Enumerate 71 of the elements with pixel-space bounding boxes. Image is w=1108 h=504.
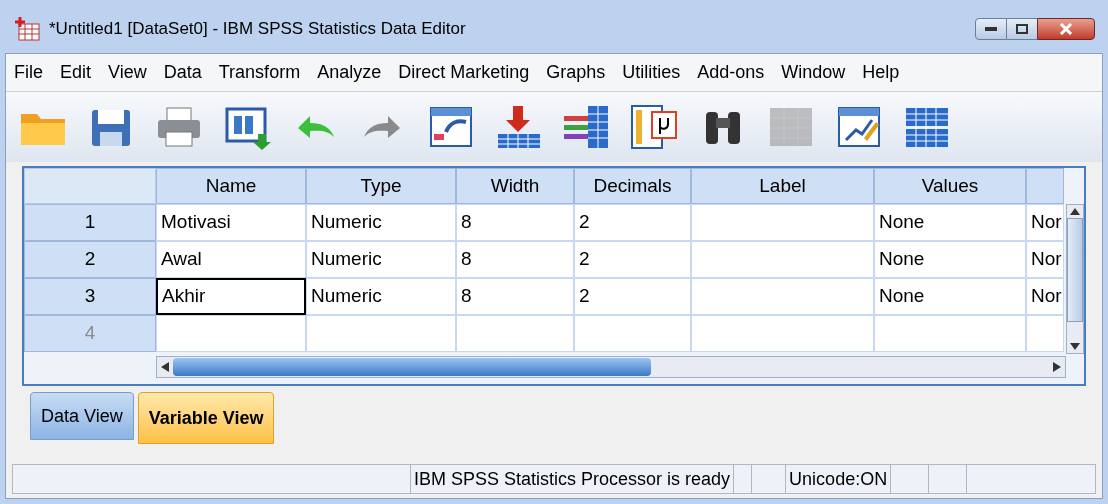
menu-item[interactable]: Transform bbox=[218, 59, 301, 86]
minimize-button[interactable] bbox=[975, 18, 1007, 40]
table-cell[interactable] bbox=[1026, 315, 1064, 352]
menu-item[interactable]: Analyze bbox=[317, 59, 382, 86]
table-cell[interactable] bbox=[691, 278, 874, 315]
unicode-status: Unicode:ON bbox=[786, 465, 892, 493]
row-header[interactable]: 2 bbox=[24, 241, 156, 278]
status-message: IBM SPSS Statistics Processor is ready bbox=[411, 465, 735, 493]
row-header[interactable]: 1 bbox=[24, 204, 156, 241]
close-icon bbox=[1059, 23, 1073, 35]
menu-item[interactable]: View bbox=[108, 59, 147, 86]
window-title: *Untitled1 [DataSet0] - IBM SPSS Statistics Data Editor bbox=[49, 18, 466, 41]
menu-item[interactable]: Edit bbox=[60, 59, 92, 86]
menu-item[interactable]: Direct Marketing bbox=[398, 59, 530, 86]
menu-item[interactable]: Graphs bbox=[546, 59, 606, 86]
table-cell[interactable]: 8 bbox=[456, 204, 574, 241]
menu-item[interactable]: Data bbox=[163, 59, 202, 86]
scrollbar-thumb[interactable] bbox=[173, 358, 651, 376]
vertical-scrollbar[interactable] bbox=[1066, 204, 1084, 354]
scroll-up-icon bbox=[1070, 208, 1080, 215]
column-header[interactable]: Name bbox=[156, 168, 306, 204]
maximize-icon bbox=[1016, 24, 1028, 34]
menu-item[interactable]: Utilities bbox=[622, 59, 681, 86]
table-cell[interactable]: Nor bbox=[1026, 204, 1064, 241]
app-icon bbox=[13, 16, 41, 42]
table-cell[interactable]: 2 bbox=[574, 204, 691, 241]
table-cell[interactable]: None bbox=[874, 278, 1026, 315]
table-cell[interactable] bbox=[306, 315, 456, 352]
horizontal-scrollbar[interactable] bbox=[156, 356, 1066, 378]
menu-item[interactable]: File bbox=[14, 59, 43, 86]
table-cell[interactable]: Nor bbox=[1026, 241, 1064, 278]
table-cell[interactable]: 2 bbox=[574, 241, 691, 278]
table-cell[interactable]: None bbox=[874, 204, 1026, 241]
scrollbar-thumb[interactable] bbox=[1067, 218, 1083, 322]
scroll-right-icon bbox=[1053, 362, 1061, 372]
menu-item[interactable]: Help bbox=[862, 59, 900, 86]
maximize-button[interactable] bbox=[1007, 18, 1037, 40]
menu-item[interactable]: Add-ons bbox=[697, 59, 765, 86]
value-labels-icon bbox=[630, 104, 680, 150]
table-cell[interactable] bbox=[691, 315, 874, 352]
view-tab[interactable]: Data View bbox=[30, 392, 134, 440]
column-header[interactable]: Label bbox=[691, 168, 874, 204]
column-header[interactable]: Width bbox=[456, 168, 574, 204]
table-cell[interactable]: Awal bbox=[156, 241, 306, 278]
table-cell[interactable]: Numeric bbox=[306, 241, 456, 278]
table-cell[interactable]: Akhir bbox=[156, 278, 306, 315]
table-cell[interactable]: None bbox=[874, 241, 1026, 278]
table-cell[interactable] bbox=[691, 204, 874, 241]
table-cell[interactable] bbox=[456, 315, 574, 352]
scroll-down-icon bbox=[1070, 343, 1080, 350]
table-cell[interactable] bbox=[156, 315, 306, 352]
view-tab[interactable]: Variable View bbox=[137, 392, 275, 444]
table-cell[interactable]: Numeric bbox=[306, 278, 456, 315]
table-cell[interactable] bbox=[874, 315, 1026, 352]
table-cell[interactable]: Nor bbox=[1026, 278, 1064, 315]
toolbar-button[interactable] bbox=[630, 104, 680, 150]
minimize-icon bbox=[985, 27, 997, 31]
column-header[interactable]: Values bbox=[874, 168, 1026, 204]
table-cell[interactable]: Motivasi bbox=[156, 204, 306, 241]
column-header[interactable]: Decimals bbox=[574, 168, 691, 204]
menu-item[interactable]: Window bbox=[781, 59, 846, 86]
scroll-left-icon bbox=[161, 362, 169, 372]
table-cell[interactable]: 2 bbox=[574, 278, 691, 315]
column-header[interactable]: Type bbox=[306, 168, 456, 204]
table-cell[interactable] bbox=[691, 241, 874, 278]
table-cell[interactable]: 8 bbox=[456, 278, 574, 315]
row-header[interactable]: 3 bbox=[24, 278, 156, 315]
table-cell[interactable]: Numeric bbox=[306, 204, 456, 241]
close-button[interactable] bbox=[1037, 18, 1095, 40]
table-cell[interactable] bbox=[574, 315, 691, 352]
table-cell[interactable]: 8 bbox=[456, 241, 574, 278]
